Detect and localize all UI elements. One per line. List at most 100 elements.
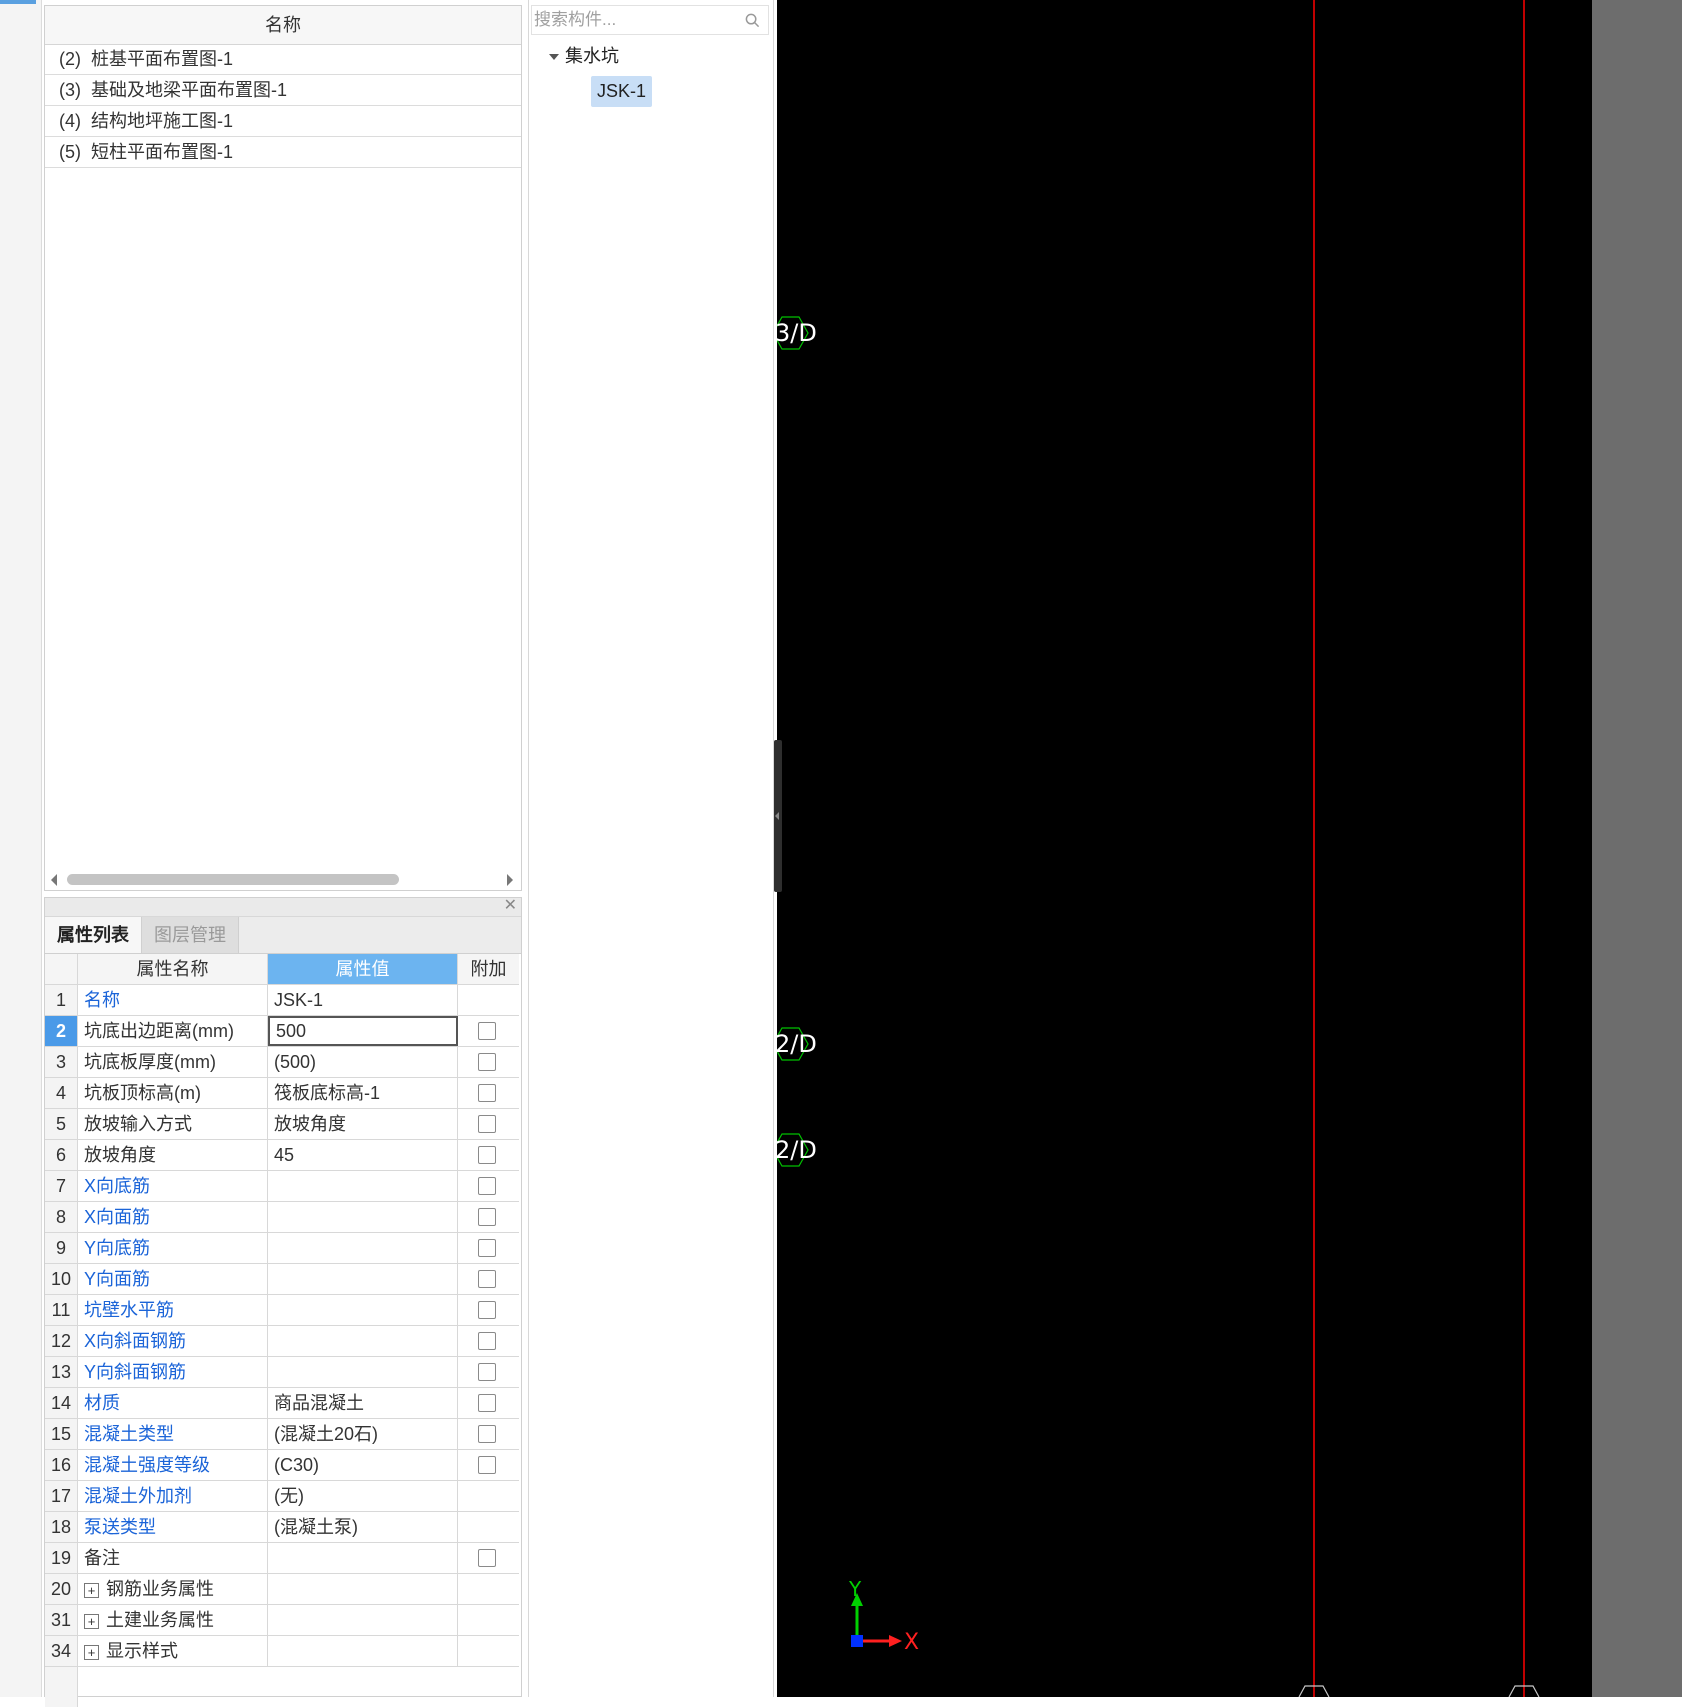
property-value[interactable]	[268, 1202, 458, 1232]
property-value[interactable]: (混凝土20石)	[268, 1419, 458, 1449]
drawing-row[interactable]: (4) 结构地坪施工图-1	[45, 106, 521, 137]
property-value-editor[interactable]: 500	[268, 1016, 458, 1046]
extra-checkbox[interactable]	[478, 1053, 496, 1071]
property-group-row[interactable]: 31 + 土建业务属性	[45, 1605, 519, 1636]
property-name: X向面筋	[78, 1202, 268, 1232]
property-row[interactable]: 9 Y向底筋	[45, 1233, 519, 1264]
property-value[interactable]: 筏板底标高-1	[268, 1078, 458, 1108]
property-value[interactable]: 商品混凝土	[268, 1388, 458, 1418]
property-value[interactable]	[268, 1357, 458, 1387]
drawing-row[interactable]: (3) 基础及地梁平面布置图-1	[45, 75, 521, 106]
property-value[interactable]: (C30)	[268, 1450, 458, 1480]
property-value[interactable]: (无)	[268, 1481, 458, 1511]
drawing-row[interactable]: (5) 短柱平面布置图-1	[45, 137, 521, 168]
extra-checkbox[interactable]	[478, 1394, 496, 1412]
axis-label: 2/D	[775, 1136, 817, 1164]
property-name: 坑板顶标高(m)	[78, 1078, 268, 1108]
scroll-right-arrow-icon[interactable]	[507, 874, 513, 886]
collapse-arrow-icon[interactable]	[775, 812, 779, 820]
horizontal-scrollbar[interactable]	[45, 868, 521, 890]
left-strip-tab[interactable]	[0, 0, 36, 4]
property-row[interactable]: 15 混凝土类型 (混凝土20石)	[45, 1419, 519, 1450]
row-number: 6	[45, 1140, 78, 1170]
extra-checkbox[interactable]	[478, 1146, 496, 1164]
row-number: 10	[45, 1264, 78, 1294]
property-row[interactable]: 13 Y向斜面钢筋	[45, 1357, 519, 1388]
property-row[interactable]: 7 X向底筋	[45, 1171, 519, 1202]
column-header-property-name[interactable]: 属性名称	[78, 954, 268, 984]
expand-plus-icon[interactable]: +	[84, 1613, 99, 1629]
extra-checkbox[interactable]	[478, 1363, 496, 1381]
property-value[interactable]	[268, 1264, 458, 1294]
extra-checkbox[interactable]	[478, 1115, 496, 1133]
property-row[interactable]: 3 坑底板厚度(mm) (500)	[45, 1047, 519, 1078]
property-row[interactable]: 10 Y向面筋	[45, 1264, 519, 1295]
search-icon[interactable]	[745, 13, 760, 28]
property-value[interactable]	[268, 1233, 458, 1263]
extra-checkbox[interactable]	[478, 1208, 496, 1226]
property-row[interactable]: 12 X向斜面钢筋	[45, 1326, 519, 1357]
extra-checkbox[interactable]	[478, 1549, 496, 1567]
close-icon[interactable]: ✕	[504, 895, 517, 917]
scroll-left-arrow-icon[interactable]	[51, 874, 57, 886]
expand-plus-icon[interactable]: +	[84, 1582, 99, 1598]
property-row[interactable]: 18 泵送类型 (混凝土泵)	[45, 1512, 519, 1543]
search-input[interactable]	[534, 8, 734, 32]
search-box[interactable]	[531, 5, 769, 35]
tab-layer-management[interactable]: 图层管理	[142, 917, 239, 953]
panel-splitter[interactable]	[774, 740, 782, 892]
caret-down-icon[interactable]	[549, 54, 559, 61]
property-value[interactable]	[268, 1543, 458, 1573]
property-row[interactable]: 8 X向面筋	[45, 1202, 519, 1233]
drawing-list-header[interactable]: 名称	[45, 6, 521, 45]
extra-cell	[458, 1016, 519, 1046]
extra-checkbox[interactable]	[478, 1177, 496, 1195]
property-row[interactable]: 14 材质 商品混凝土	[45, 1388, 519, 1419]
property-value[interactable]	[268, 1326, 458, 1356]
column-header-extra[interactable]: 附加	[458, 954, 519, 984]
property-group-row[interactable]: 34 + 显示样式	[45, 1636, 519, 1667]
tab-property-list[interactable]: 属性列表	[45, 917, 142, 953]
extra-checkbox[interactable]	[478, 1022, 496, 1040]
extra-checkbox[interactable]	[478, 1456, 496, 1474]
drawing-canvas[interactable]: 3/D 2/D 2/D X Y	[775, 0, 1592, 1697]
extra-checkbox[interactable]	[478, 1239, 496, 1257]
extra-cell	[458, 1357, 519, 1387]
expand-plus-icon[interactable]: +	[84, 1644, 99, 1660]
property-row[interactable]: 6 放坡角度 45	[45, 1140, 519, 1171]
property-row[interactable]: 19 备注	[45, 1543, 519, 1574]
property-value[interactable]	[268, 1295, 458, 1325]
tree-node-sump[interactable]: 集水坑	[549, 42, 619, 70]
property-group-row[interactable]: 20 + 钢筋业务属性	[45, 1574, 519, 1605]
scrollbar-thumb[interactable]	[67, 874, 399, 885]
property-value[interactable]: (500)	[268, 1047, 458, 1077]
extra-checkbox[interactable]	[478, 1301, 496, 1319]
property-row[interactable]: 1 名称 JSK-1	[45, 985, 519, 1016]
property-tabs: 属性列表 图层管理	[45, 917, 521, 954]
property-row[interactable]: 11 坑壁水平筋	[45, 1295, 519, 1326]
property-value[interactable]	[268, 1171, 458, 1201]
drawing-row-label: 基础及地梁平面布置图-1	[91, 80, 288, 100]
left-side-strip	[0, 0, 42, 1697]
property-value[interactable]: JSK-1	[268, 985, 458, 1015]
property-value[interactable]: (混凝土泵)	[268, 1512, 458, 1542]
property-row-selected[interactable]: 2 坑底出边距离(mm) 500	[45, 1016, 519, 1047]
property-row[interactable]: 17 混凝土外加剂 (无)	[45, 1481, 519, 1512]
property-row[interactable]: 4 坑板顶标高(m) 筏板底标高-1	[45, 1078, 519, 1109]
row-number: 9	[45, 1233, 78, 1263]
property-name: 坑底出边距离(mm)	[78, 1016, 268, 1046]
property-value[interactable]: 放坡角度	[268, 1109, 458, 1139]
extra-checkbox[interactable]	[478, 1425, 496, 1443]
extra-cell	[458, 1233, 519, 1263]
drawing-row[interactable]: (2) 桩基平面布置图-1	[45, 44, 521, 75]
tree-node-jsk-1[interactable]: JSK-1	[591, 76, 653, 107]
drawing-row-label: 桩基平面布置图-1	[91, 49, 234, 69]
extra-checkbox[interactable]	[478, 1332, 496, 1350]
extra-checkbox[interactable]	[478, 1084, 496, 1102]
extra-checkbox[interactable]	[478, 1270, 496, 1288]
column-header-property-value[interactable]: 属性值	[268, 954, 458, 984]
property-value[interactable]: 45	[268, 1140, 458, 1170]
property-row[interactable]: 5 放坡输入方式 放坡角度	[45, 1109, 519, 1140]
y-axis-label: Y	[849, 1577, 862, 1601]
property-row[interactable]: 16 混凝土强度等级 (C30)	[45, 1450, 519, 1481]
